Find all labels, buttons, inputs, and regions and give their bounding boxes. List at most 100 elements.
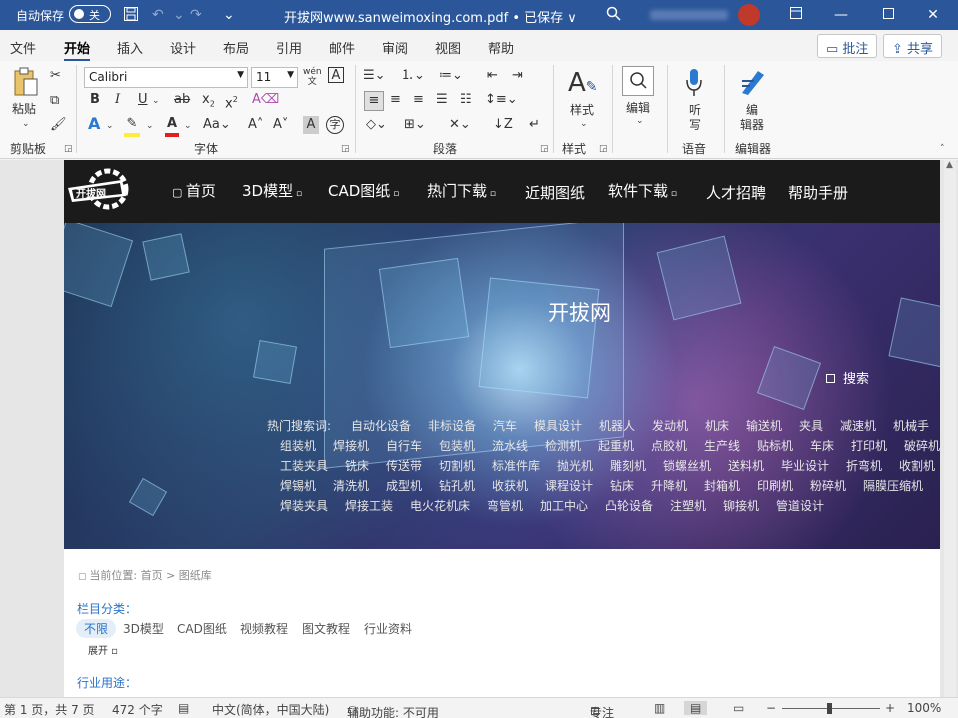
- clear-formatting-icon[interactable]: A⌫: [252, 91, 279, 109]
- shading-icon[interactable]: ◇⌄: [366, 116, 387, 134]
- chevron-down-icon[interactable]: ⌄: [152, 96, 160, 106]
- hot-keyword[interactable]: 清洗机: [333, 477, 369, 494]
- zoom-in-icon[interactable]: +: [885, 701, 895, 715]
- hot-keyword[interactable]: 收割机: [899, 457, 935, 474]
- close-icon[interactable]: ✕: [922, 4, 944, 26]
- hot-keyword[interactable]: 传送带: [386, 457, 422, 474]
- zoom-out-icon[interactable]: −: [766, 701, 776, 715]
- nav-help[interactable]: 帮助手册: [788, 182, 848, 203]
- tab-view[interactable]: 视图: [435, 38, 461, 57]
- hot-keyword[interactable]: 破碎机: [904, 437, 940, 454]
- grow-font-icon[interactable]: A˄: [248, 116, 263, 134]
- share-button[interactable]: ⇪ 共享: [883, 34, 943, 58]
- borders-icon[interactable]: ⊞⌄: [404, 116, 426, 134]
- language[interactable]: 中文(简体，中国大陆): [212, 701, 329, 718]
- styles-icon[interactable]: A✎: [568, 69, 598, 101]
- hot-keyword[interactable]: 封箱机: [704, 477, 740, 494]
- hot-keyword[interactable]: 成型机: [386, 477, 422, 494]
- hot-keyword[interactable]: 模具设计: [534, 417, 582, 434]
- save-icon[interactable]: [123, 6, 139, 27]
- hot-keyword[interactable]: 课程设计: [545, 477, 593, 494]
- customize-toolbar-icon[interactable]: ⌄: [223, 6, 235, 24]
- hot-keyword[interactable]: 焊接工装: [345, 497, 393, 514]
- tab-layout[interactable]: 布局: [223, 38, 249, 57]
- editor-label-2[interactable]: 辑器: [740, 116, 764, 133]
- hot-keyword[interactable]: 抛光机: [557, 457, 593, 474]
- tab-mailings[interactable]: 邮件: [329, 38, 355, 57]
- category-video[interactable]: 视频教程: [240, 620, 288, 637]
- hot-keyword[interactable]: 钻孔机: [439, 477, 475, 494]
- tab-home[interactable]: 开始: [64, 38, 91, 62]
- undo-icon[interactable]: ↶: [152, 6, 164, 24]
- hot-keyword[interactable]: 弯管机: [487, 497, 523, 514]
- tab-design[interactable]: 设计: [170, 38, 196, 57]
- hot-keyword[interactable]: 自行车: [386, 437, 422, 454]
- hot-keyword[interactable]: 切割机: [439, 457, 475, 474]
- comments-button[interactable]: ▭ 批注: [817, 34, 878, 58]
- numbering-icon[interactable]: ⒈⌄: [401, 67, 425, 85]
- hot-keyword[interactable]: 检测机: [545, 437, 581, 454]
- paste-label[interactable]: 粘贴: [12, 100, 36, 117]
- chevron-down-icon[interactable]: ⌄: [636, 116, 644, 126]
- nav-recent[interactable]: 近期图纸: [525, 182, 585, 203]
- proofing-icon[interactable]: ▤: [178, 701, 189, 715]
- hot-keyword[interactable]: 焊装夹具: [280, 497, 328, 514]
- paste-icon[interactable]: [13, 67, 39, 103]
- maximize-icon[interactable]: [877, 4, 899, 26]
- align-left-icon[interactable]: ≡: [364, 91, 384, 111]
- shrink-font-icon[interactable]: A˅: [273, 116, 288, 134]
- chevron-down-icon[interactable]: ⌄: [173, 6, 185, 24]
- strikethrough-icon[interactable]: ab: [174, 91, 190, 109]
- hot-keyword[interactable]: 铆接机: [723, 497, 759, 514]
- category-3d[interactable]: 3D模型: [123, 620, 164, 637]
- redo-icon[interactable]: ↷: [190, 6, 202, 24]
- collapse-ribbon-icon[interactable]: ˄: [940, 144, 945, 154]
- chinese-layout-icon[interactable]: ✕⌄: [449, 116, 471, 134]
- site-search[interactable]: 搜索: [826, 368, 869, 387]
- hot-keyword[interactable]: 雕刻机: [610, 457, 646, 474]
- hot-keyword[interactable]: 机器人: [599, 417, 635, 434]
- hot-keyword[interactable]: 生产线: [704, 437, 740, 454]
- hot-keyword[interactable]: 锁螺丝机: [663, 457, 711, 474]
- align-center-icon[interactable]: ≡: [390, 91, 401, 109]
- hot-keyword[interactable]: 贴标机: [757, 437, 793, 454]
- word-count[interactable]: 472 个字: [112, 701, 163, 718]
- hot-keyword[interactable]: 起重机: [598, 437, 634, 454]
- italic-icon[interactable]: I: [115, 91, 120, 109]
- tab-review[interactable]: 审阅: [382, 38, 408, 57]
- hot-keyword[interactable]: 毕业设计: [781, 457, 829, 474]
- format-painter-icon[interactable]: 🖌: [50, 116, 67, 134]
- hot-keyword[interactable]: 管道设计: [776, 497, 824, 514]
- hot-keyword[interactable]: 包装机: [439, 437, 475, 454]
- web-layout-icon[interactable]: ▭: [733, 701, 744, 715]
- phonetic-guide-icon[interactable]: wén 文: [303, 67, 322, 87]
- expand-link[interactable]: 展开 ▫: [88, 642, 118, 657]
- hot-keyword[interactable]: 汽车: [493, 417, 517, 434]
- hot-keyword[interactable]: 打印机: [851, 437, 887, 454]
- autosave-toggle[interactable]: 关: [69, 5, 111, 23]
- chevron-down-icon[interactable]: ⌄: [22, 119, 30, 129]
- chevron-down-icon[interactable]: ⌄: [184, 121, 192, 131]
- hot-keyword[interactable]: 点胶机: [651, 437, 687, 454]
- hot-keyword[interactable]: 工装夹具: [280, 457, 328, 474]
- page-count[interactable]: 第 1 页，共 7 页: [4, 701, 95, 718]
- hot-keyword[interactable]: 粉碎机: [810, 477, 846, 494]
- highlight-icon[interactable]: ✎: [124, 115, 140, 137]
- nav-cad[interactable]: CAD图纸 ▫: [328, 180, 399, 201]
- sort-icon[interactable]: ↓Z: [493, 116, 513, 134]
- chevron-down-icon[interactable]: ⌄: [106, 121, 114, 131]
- align-right-icon[interactable]: ≡: [413, 91, 424, 109]
- hot-keyword[interactable]: 升降机: [651, 477, 687, 494]
- avatar[interactable]: [738, 4, 760, 26]
- hot-keyword[interactable]: 加工中心: [540, 497, 588, 514]
- hot-keyword[interactable]: 自动化设备: [351, 417, 411, 434]
- font-size-select[interactable]: 11 ▼: [251, 67, 298, 88]
- hot-keyword[interactable]: 夹具: [799, 417, 823, 434]
- multilevel-list-icon[interactable]: ≔⌄: [439, 67, 463, 85]
- text-effects-icon[interactable]: A: [88, 115, 100, 133]
- font-name-select[interactable]: Calibri ▼: [84, 67, 248, 88]
- hot-keyword[interactable]: 注塑机: [670, 497, 706, 514]
- print-layout-icon[interactable]: ▤: [684, 701, 708, 715]
- dictate-label-2[interactable]: 写: [689, 116, 701, 133]
- hot-keyword[interactable]: 折弯机: [846, 457, 882, 474]
